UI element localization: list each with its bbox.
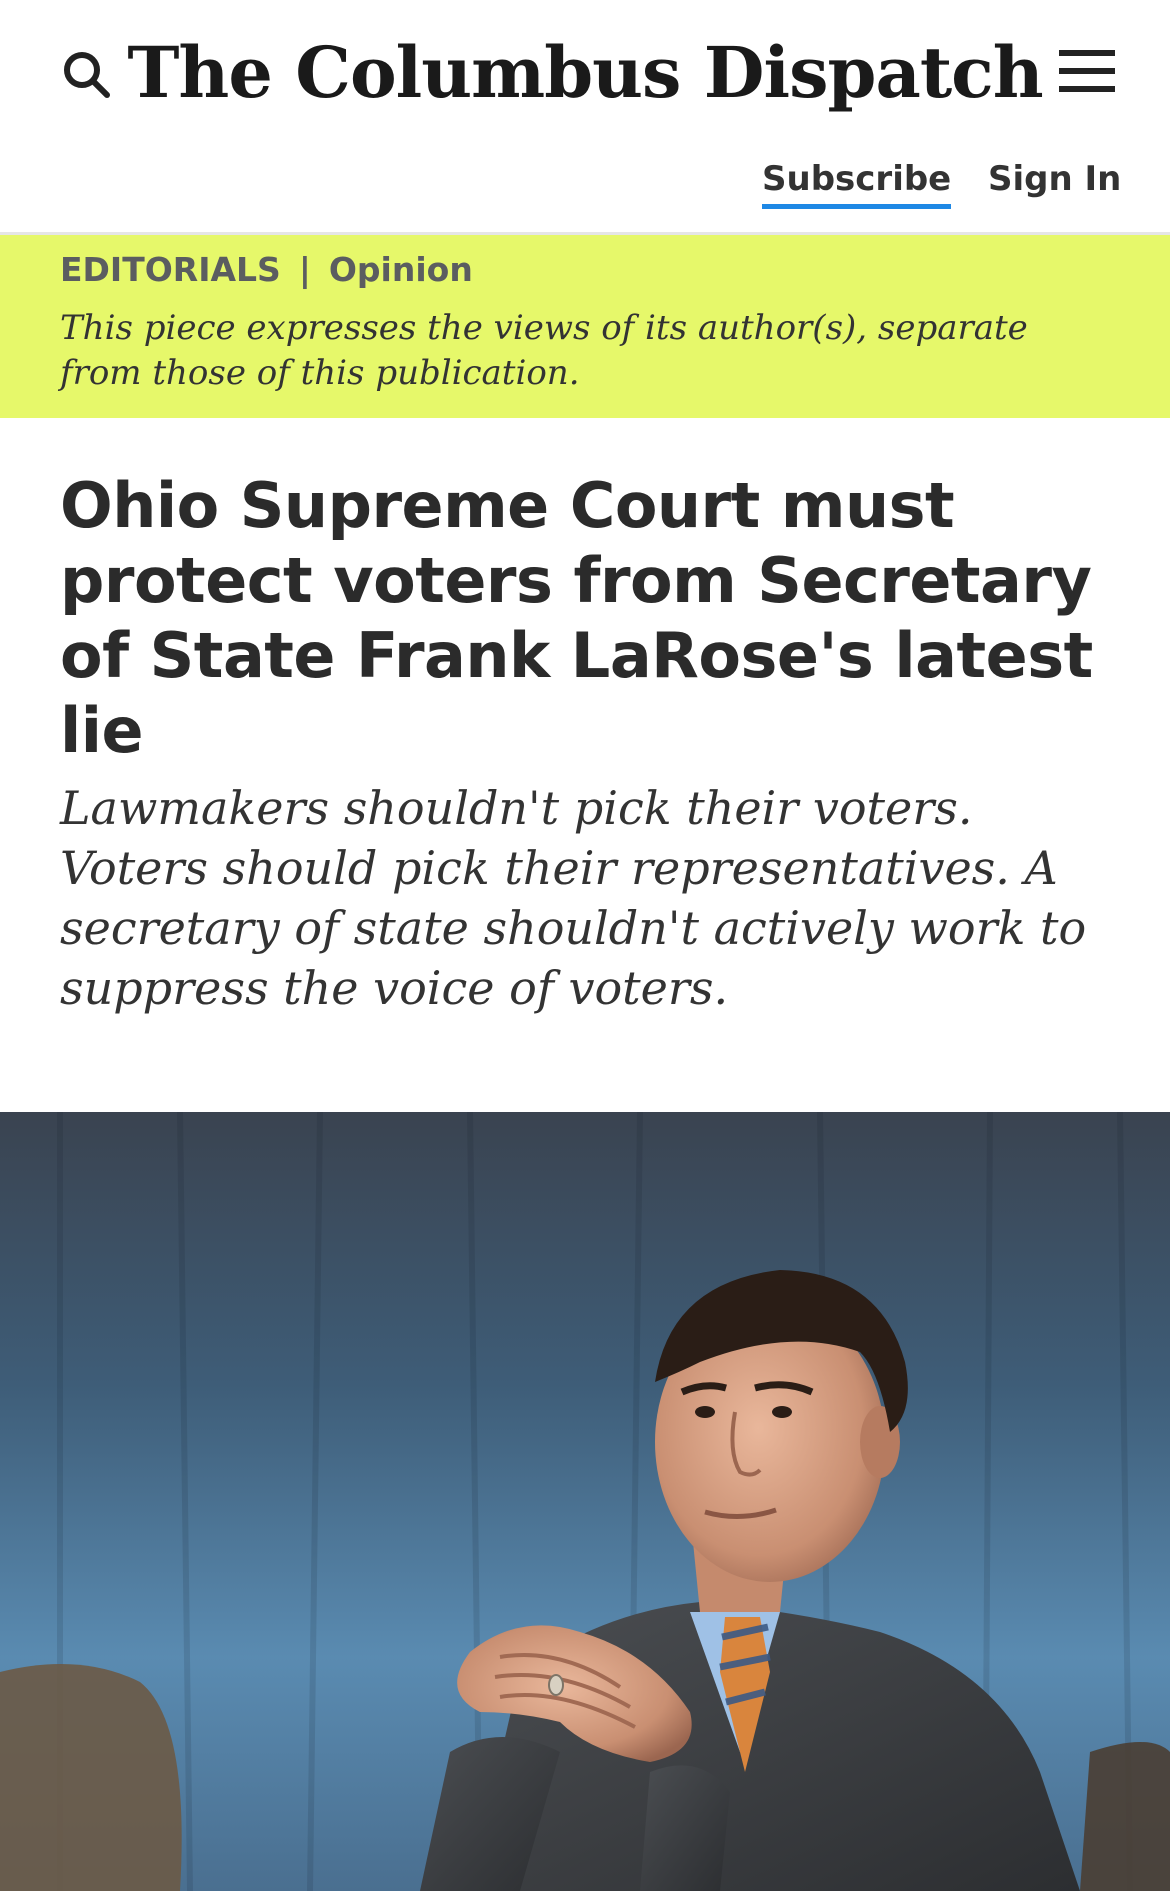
section-label-editorials[interactable]: EDITORIALS [60, 250, 281, 289]
search-button[interactable] [56, 44, 116, 104]
opinion-disclaimer: This piece expresses the views of its au… [60, 308, 1028, 393]
page: The Columbus Dispatch Subscribe Sign In … [0, 0, 1170, 1891]
article-dek: Lawmakers shouldn't pick their voters. V… [60, 781, 1087, 1015]
hero-photo-illustration [0, 1112, 1170, 1891]
hero-image[interactable] [0, 1112, 1170, 1891]
breadcrumb-separator: | [298, 250, 311, 289]
search-icon [64, 52, 110, 98]
category-label-opinion[interactable]: Opinion [329, 250, 473, 289]
site-logo[interactable]: The Columbus Dispatch [127, 30, 1043, 114]
site-header: The Columbus Dispatch Subscribe Sign In [0, 0, 1170, 235]
sign-in-link[interactable]: Sign In [988, 156, 1121, 202]
section-breadcrumb: EDITORIALS | Opinion [60, 250, 473, 289]
subscribe-link[interactable]: Subscribe [762, 156, 952, 209]
menu-button[interactable] [1058, 46, 1116, 96]
article-headline: Ohio Supreme Court must protect voters f… [60, 469, 1093, 767]
hamburger-menu-icon [1059, 50, 1115, 92]
